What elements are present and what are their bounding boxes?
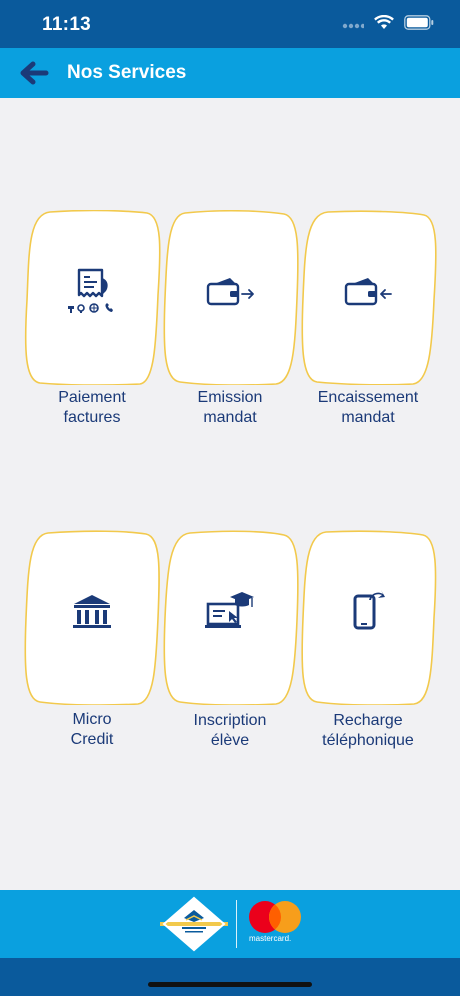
service-card [298,530,438,705]
partner-banner: mastercard. [0,890,460,958]
battery-icon [404,15,434,35]
service-card [160,210,300,385]
status-bar: 11:13 [0,0,460,48]
signal-icon [342,16,366,34]
home-indicator[interactable] [148,982,312,987]
phone-recharge-icon [338,582,398,642]
status-time: 11:13 [42,14,92,35]
service-label: Inscription élève [193,712,267,749]
back-arrow-icon [18,61,50,90]
status-icons [342,14,434,35]
wallet-receive-icon [338,262,398,322]
app-header: Nos Services [0,48,460,98]
wallet-send-icon [200,262,260,322]
mastercard-logo [247,900,303,936]
service-label: Emission mandat [197,389,263,426]
service-card [160,530,300,705]
service-label: Recharge téléphonique [322,712,414,749]
bank-icon [62,582,122,642]
service-label: Encaissement mandat [317,389,419,426]
wifi-icon [374,14,394,35]
service-label: Micro Credit [70,711,114,748]
page-title: Nos Services [67,62,187,83]
service-card [22,210,162,385]
service-label: Paiement factures [58,389,126,426]
banner-divider [236,900,237,948]
back-button[interactable] [18,60,50,86]
home-bar-zone [0,958,460,996]
bill-payment-icon [62,262,122,322]
graduation-laptop-icon [200,582,260,642]
poste-logo [160,896,228,952]
service-card [22,530,162,705]
mastercard-wordmark: mastercard. [249,934,292,943]
service-card [298,210,438,385]
